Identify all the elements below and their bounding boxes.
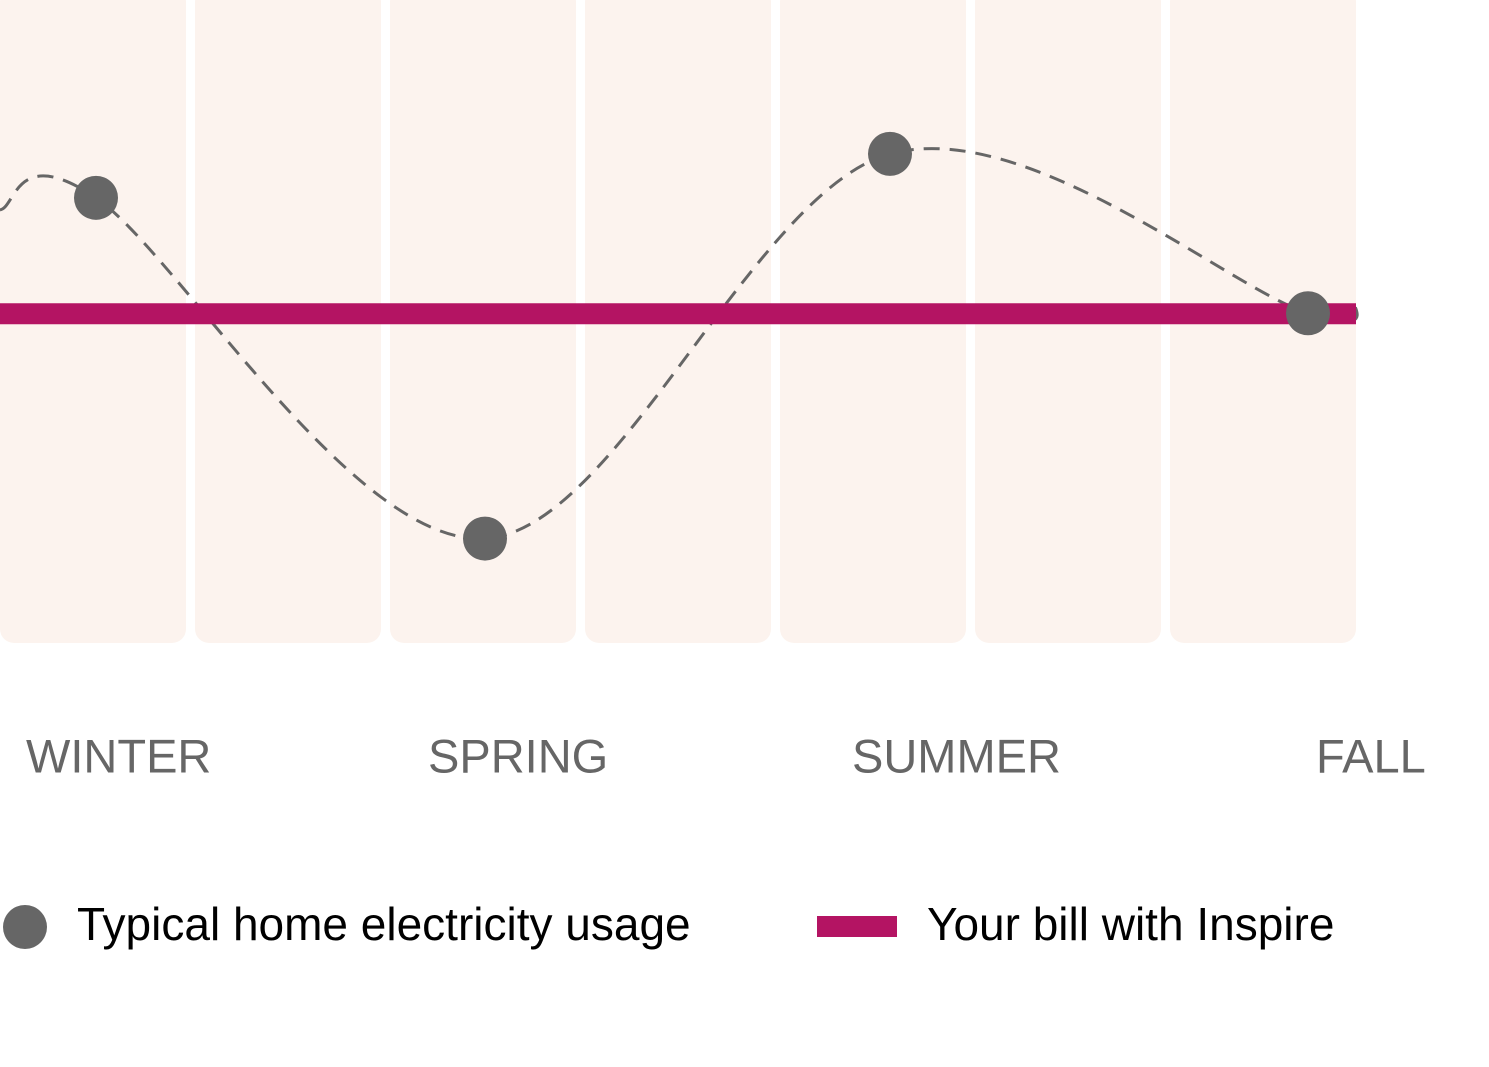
legend: Typical home electricity usage Your bill…	[3, 898, 1334, 950]
legend-inspire-marker	[817, 916, 897, 937]
legend-usage-label: Typical home electricity usage	[77, 898, 691, 950]
usage-point-fall	[1286, 291, 1330, 336]
usage-point-summer	[868, 131, 912, 176]
usage-point-winter	[74, 175, 118, 220]
season-labels: WINTER SPRING SUMMER FALL	[26, 729, 1426, 782]
legend-usage-marker	[3, 905, 47, 949]
season-label-fall: FALL	[1316, 729, 1426, 782]
usage-point-spring	[463, 516, 507, 561]
season-label-summer: SUMMER	[852, 729, 1061, 782]
legend-inspire-label: Your bill with Inspire	[927, 898, 1334, 950]
inspire-bill-line	[0, 303, 1356, 325]
seasonal-usage-chart: WINTER SPRING SUMMER FALL Typical home elec…	[0, 0, 1426, 950]
season-label-winter: WINTER	[26, 729, 211, 782]
season-label-spring: SPRING	[428, 729, 608, 782]
